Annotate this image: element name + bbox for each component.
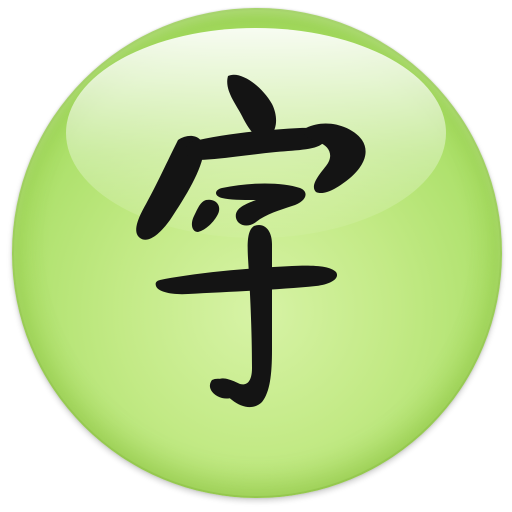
app-icon <box>0 0 512 512</box>
calligraphy-zi-icon <box>136 74 366 408</box>
glyph-container <box>12 8 502 498</box>
